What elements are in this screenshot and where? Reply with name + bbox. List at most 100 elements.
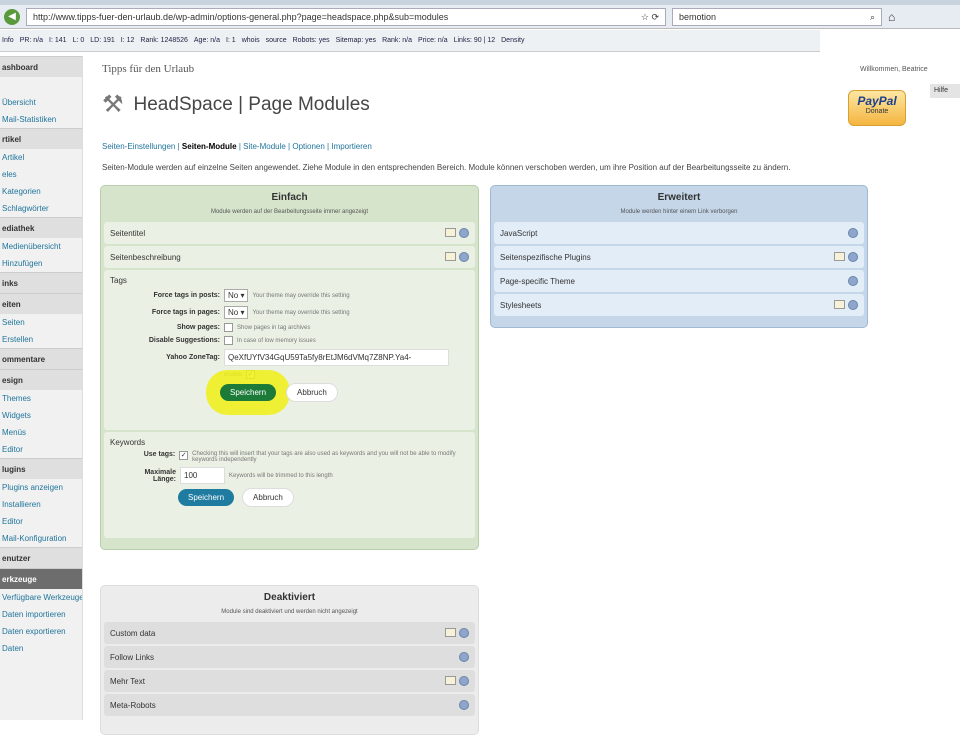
sidebar-item[interactable]: Daten importieren xyxy=(0,606,82,623)
sidebar-item[interactable]: Artikel xyxy=(0,149,82,166)
search-icon[interactable]: ⌕ xyxy=(870,12,875,22)
keywords-save-button[interactable]: Speichern xyxy=(178,489,235,506)
seo-toolbar-item[interactable]: whois xyxy=(242,37,260,44)
sidebar-section[interactable]: ashboard xyxy=(0,56,82,77)
sidebar-item[interactable]: Menüs xyxy=(0,424,82,441)
paypal-donate-button[interactable]: PayPal Donate xyxy=(848,90,906,126)
module-item[interactable]: Stylesheets xyxy=(494,294,864,316)
seo-toolbar-item[interactable]: PR: n/a xyxy=(20,37,43,44)
subnav-optionen[interactable]: Optionen xyxy=(292,142,324,151)
force-posts-select[interactable]: No ▾ xyxy=(224,289,249,302)
use-tags-checkbox[interactable]: ✓ xyxy=(179,451,189,460)
sidebar-item[interactable]: Schlagwörter xyxy=(0,200,82,217)
keywords-cancel-button[interactable]: Abbruch xyxy=(242,488,294,507)
star-icon[interactable]: ☆ ⟳ xyxy=(641,12,659,22)
subnav-importieren[interactable]: Importieren xyxy=(331,142,371,151)
toggle-icon[interactable] xyxy=(459,652,469,662)
seo-toolbar-item[interactable]: Rank: n/a xyxy=(382,37,412,44)
seo-toolbar-item[interactable]: Info xyxy=(2,37,14,44)
seo-toolbar-item[interactable]: source xyxy=(266,37,287,44)
search-field[interactable]: bemotion ⌕ xyxy=(672,7,882,26)
module-item[interactable]: Follow Links xyxy=(104,646,475,668)
help-button[interactable]: Hilfe xyxy=(930,84,960,98)
sidebar-section[interactable]: eiten xyxy=(0,293,82,314)
tags-save-button[interactable]: Speichern xyxy=(220,384,277,401)
note-icon[interactable] xyxy=(445,228,456,237)
sidebar-section[interactable]: inks xyxy=(0,272,82,293)
toggle-icon[interactable] xyxy=(848,252,858,262)
sidebar-item[interactable]: Hinzufügen xyxy=(0,255,82,272)
note-icon[interactable] xyxy=(445,252,456,261)
toggle-icon[interactable] xyxy=(459,628,469,638)
sidebar-item[interactable]: Übersicht xyxy=(0,94,82,111)
seo-toolbar-item[interactable]: Price: n/a xyxy=(418,37,448,44)
toggle-icon[interactable] xyxy=(459,252,469,262)
note-icon[interactable] xyxy=(834,252,845,261)
sidebar-item[interactable]: eles xyxy=(0,166,82,183)
seo-toolbar-item[interactable]: Age: n/a xyxy=(194,37,220,44)
enable-checkbox[interactable]: ✓ xyxy=(246,370,256,379)
disable-suggestions-checkbox[interactable] xyxy=(224,336,233,345)
seo-toolbar-item[interactable]: I: 12 xyxy=(121,37,135,44)
subnav-site-module[interactable]: Site-Module xyxy=(243,142,286,151)
sidebar-item[interactable]: Medienübersicht xyxy=(0,238,82,255)
sidebar-item[interactable]: Daten xyxy=(0,640,82,657)
force-pages-select[interactable]: No ▾ xyxy=(224,306,249,319)
toggle-icon[interactable] xyxy=(848,276,858,286)
sidebar-section[interactable]: ommentare xyxy=(0,348,82,369)
sidebar-item[interactable]: Themes xyxy=(0,390,82,407)
zonetag-input[interactable]: QeXfUYfV34GqU59Ta5fy8rEtJM6dVMq7Z8NP.Ya4… xyxy=(224,349,449,366)
sidebar-item[interactable]: Installieren xyxy=(0,496,82,513)
seo-toolbar-item[interactable]: I: 141 xyxy=(49,37,67,44)
note-icon[interactable] xyxy=(445,628,456,637)
module-item[interactable]: Mehr Text xyxy=(104,670,475,692)
sidebar-item[interactable]: Mail-Konfiguration xyxy=(0,530,82,547)
seo-toolbar-item[interactable]: Robots: yes xyxy=(293,37,330,44)
max-length-input[interactable]: 100 xyxy=(180,467,225,484)
sidebar-item[interactable]: Editor xyxy=(0,441,82,458)
note-icon[interactable] xyxy=(834,300,845,309)
sidebar-item[interactable] xyxy=(0,77,82,94)
back-icon[interactable]: ◀ xyxy=(4,8,20,25)
sidebar-item[interactable]: Daten exportieren xyxy=(0,623,82,640)
url-field[interactable]: http://www.tipps-fuer-den-urlaub.de/wp-a… xyxy=(26,7,666,26)
toggle-icon[interactable] xyxy=(848,300,858,310)
module-item[interactable]: Page-specific Theme xyxy=(494,270,864,292)
subnav-seiten-einstellungen[interactable]: Seiten-Einstellungen xyxy=(102,142,175,151)
module-item[interactable]: Meta-Robots xyxy=(104,694,475,716)
toggle-icon[interactable] xyxy=(459,228,469,238)
sidebar-item[interactable]: Mail-Statistiken xyxy=(0,111,82,128)
site-name[interactable]: Tipps für den Urlaub xyxy=(102,63,194,75)
note-icon[interactable] xyxy=(445,676,456,685)
sidebar-item[interactable]: Seiten xyxy=(0,314,82,331)
sidebar-item[interactable]: Verfügbare Werkzeuge xyxy=(0,589,82,606)
seo-toolbar-item[interactable]: Sitemap: yes xyxy=(336,37,376,44)
sidebar-item[interactable]: Plugins anzeigen xyxy=(0,479,82,496)
toggle-icon[interactable] xyxy=(459,700,469,710)
module-item[interactable]: Seitenbeschreibung xyxy=(104,246,475,268)
module-item[interactable]: Seitenspezifische Plugins xyxy=(494,246,864,268)
sidebar-section[interactable]: erkzeuge xyxy=(0,568,82,589)
module-item[interactable]: Custom data xyxy=(104,622,475,644)
sidebar-section[interactable]: rtikel xyxy=(0,128,82,149)
sidebar-section[interactable]: enutzer xyxy=(0,547,82,568)
tags-cancel-button[interactable]: Abbruch xyxy=(286,383,338,402)
sidebar-item[interactable]: Editor xyxy=(0,513,82,530)
sidebar-item[interactable]: Kategorien xyxy=(0,183,82,200)
module-item[interactable]: JavaScript xyxy=(494,222,864,244)
subnav-seiten-module[interactable]: Seiten-Module xyxy=(182,142,237,151)
module-item[interactable]: Seitentitel xyxy=(104,222,475,244)
toggle-icon[interactable] xyxy=(848,228,858,238)
toggle-icon[interactable] xyxy=(459,676,469,686)
sidebar-item[interactable]: Widgets xyxy=(0,407,82,424)
seo-toolbar-item[interactable]: Links: 90 | 12 xyxy=(454,37,496,44)
seo-toolbar-item[interactable]: L: 0 xyxy=(73,37,85,44)
sidebar-section[interactable]: lugins xyxy=(0,458,82,479)
sidebar-item[interactable]: Erstellen xyxy=(0,331,82,348)
welcome-text[interactable]: Willkommen, Beatrice xyxy=(860,66,928,73)
seo-toolbar-item[interactable]: Density xyxy=(501,37,524,44)
sidebar-section[interactable]: ediathek xyxy=(0,217,82,238)
home-icon[interactable]: ⌂ xyxy=(888,10,895,24)
sidebar-section[interactable]: esign xyxy=(0,369,82,390)
seo-toolbar-item[interactable]: LD: 191 xyxy=(90,37,115,44)
